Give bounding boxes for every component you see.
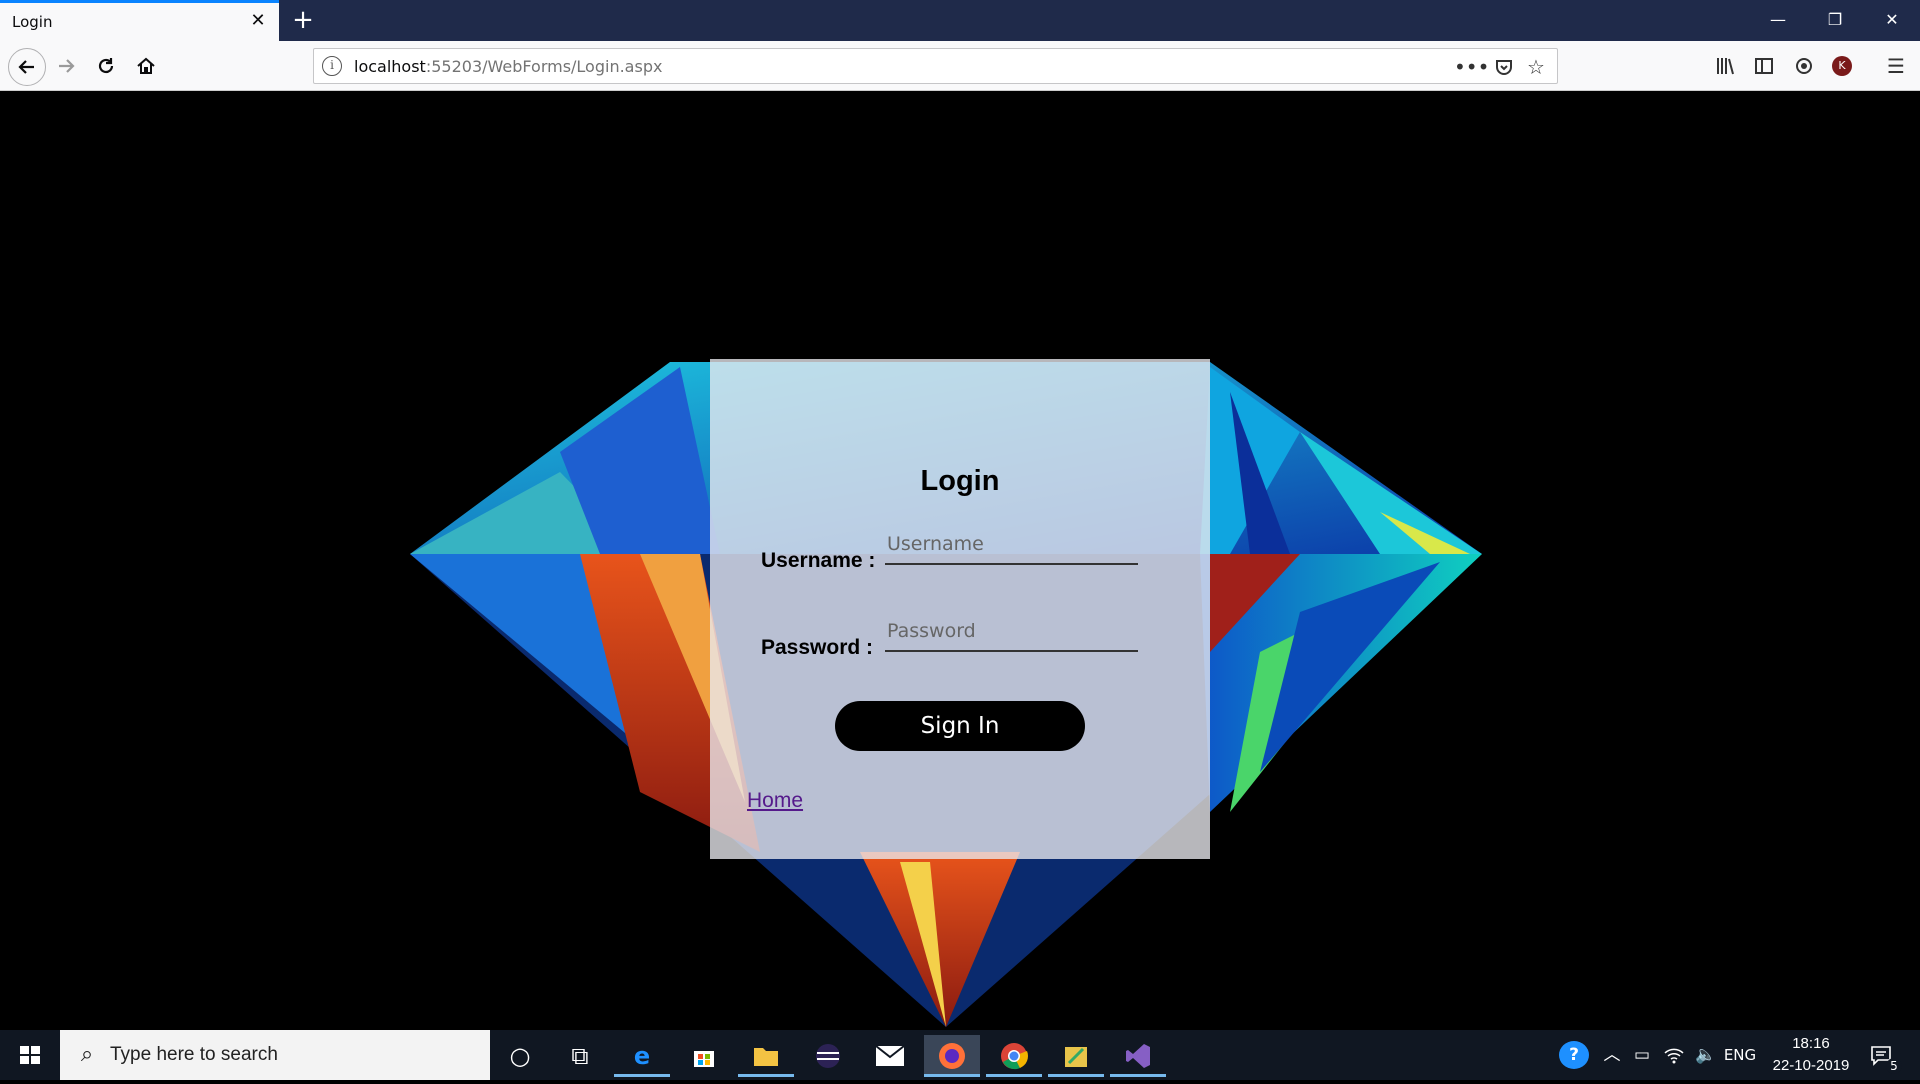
clock-date[interactable]: 22-10-2019 (1762, 1057, 1860, 1074)
sidebar-icon[interactable] (1748, 50, 1780, 82)
wifi-icon[interactable] (1660, 1042, 1688, 1068)
new-tab-button[interactable]: + (288, 5, 318, 35)
windows-logo-icon (20, 1046, 40, 1064)
url-text[interactable]: localhost:55203/WebForms/Login.aspx (354, 57, 662, 76)
sign-in-button[interactable]: Sign In (835, 701, 1085, 751)
close-window-button[interactable]: ✕ (1864, 0, 1920, 41)
tools-icon[interactable] (1048, 1035, 1104, 1077)
browser-nav-bar: i localhost:55203/WebForms/Login.aspx ••… (0, 41, 1920, 91)
cortana-icon[interactable]: ○ (492, 1035, 548, 1077)
pocket-icon[interactable] (1490, 53, 1518, 81)
back-arrow-icon[interactable] (8, 48, 46, 86)
minimize-button[interactable]: — (1750, 0, 1806, 41)
battery-icon[interactable]: ▭ (1628, 1042, 1656, 1068)
visual-studio-icon[interactable] (1110, 1035, 1166, 1077)
start-button[interactable] (0, 1030, 60, 1080)
library-icon[interactable] (1709, 50, 1741, 82)
username-input[interactable] (885, 525, 1138, 565)
page-actions-menu-icon[interactable]: ••• (1454, 53, 1489, 81)
clock-time[interactable]: 18:16 (1762, 1035, 1860, 1052)
site-info-icon[interactable]: i (322, 56, 342, 76)
sync-icon[interactable] (1788, 50, 1820, 82)
help-icon[interactable]: ? (1559, 1041, 1589, 1069)
browser-tab-bar: Login ✕ + — ❐ ✕ (0, 0, 1920, 41)
home-link[interactable]: Home (747, 789, 803, 813)
login-title: Login (920, 465, 1000, 497)
username-label: Username : (761, 549, 876, 572)
search-placeholder: Type here to search (110, 1044, 278, 1065)
mail-icon[interactable] (862, 1035, 918, 1077)
home-icon[interactable] (130, 50, 162, 82)
restore-button[interactable]: ❐ (1807, 0, 1863, 41)
store-icon[interactable] (676, 1035, 732, 1077)
windows-taskbar: ⌕ Type here to search ○ ⧉ e ? ︿ ▭ 🔈 ENG … (0, 1030, 1920, 1080)
password-label: Password : (761, 636, 874, 659)
account-avatar-icon[interactable]: K (1832, 56, 1852, 76)
hamburger-menu-icon[interactable]: ☰ (1880, 50, 1912, 82)
search-icon: ⌕ (80, 1042, 94, 1067)
chrome-icon[interactable] (986, 1035, 1042, 1077)
reload-icon[interactable] (90, 50, 122, 82)
tab-title: Login (12, 13, 53, 31)
chevron-up-icon[interactable]: ︿ (1600, 1042, 1624, 1068)
browser-tab-login[interactable]: Login ✕ (0, 0, 279, 41)
task-view-icon[interactable]: ⧉ (552, 1035, 608, 1077)
tab-close-icon[interactable]: ✕ (247, 10, 269, 32)
login-page: Login Username : Password : Sign In Home (0, 92, 1920, 1030)
notification-count-badge: 5 (1886, 1058, 1902, 1074)
eclipse-icon[interactable] (800, 1035, 856, 1077)
file-explorer-icon[interactable] (738, 1035, 794, 1077)
taskbar-search-box[interactable]: ⌕ Type here to search (60, 1030, 490, 1080)
password-input[interactable] (885, 612, 1138, 652)
login-card: Login Username : Password : Sign In Home (710, 359, 1210, 859)
bookmark-star-icon[interactable]: ☆ (1522, 53, 1550, 81)
forward-arrow-icon[interactable] (50, 50, 82, 82)
url-bar[interactable]: i localhost:55203/WebForms/Login.aspx ••… (313, 48, 1558, 84)
edge-icon[interactable]: e (614, 1035, 670, 1077)
volume-icon[interactable]: 🔈 (1692, 1042, 1720, 1068)
language-indicator[interactable]: ENG (1722, 1042, 1758, 1068)
firefox-icon[interactable] (924, 1035, 980, 1077)
